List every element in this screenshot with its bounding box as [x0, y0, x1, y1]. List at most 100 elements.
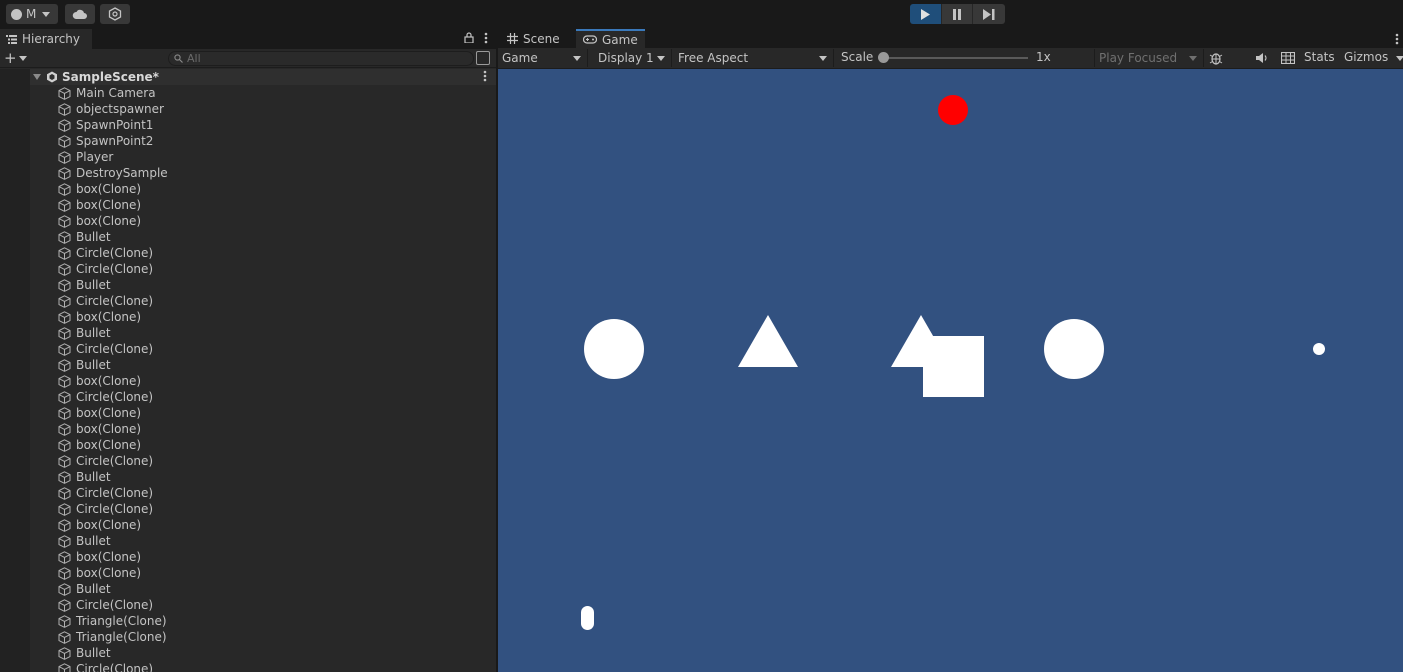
gameobject-cube-icon — [58, 150, 71, 164]
hierarchy-item[interactable]: Bullet — [58, 325, 168, 341]
hierarchy-item[interactable]: Bullet — [58, 581, 168, 597]
aspect-dropdown[interactable]: Free Aspect — [674, 49, 834, 67]
pause-button[interactable] — [941, 4, 974, 24]
hierarchy-item[interactable]: Circle(Clone) — [58, 261, 168, 277]
hierarchy-item[interactable]: Circle(Clone) — [58, 245, 168, 261]
hierarchy-item-label: box(Clone) — [76, 310, 142, 324]
scene-row[interactable]: SampleScene* — [30, 69, 496, 85]
hierarchy-item[interactable]: Circle(Clone) — [58, 661, 168, 672]
tab-label: Hierarchy — [22, 32, 81, 46]
chevron-down-icon — [18, 55, 27, 61]
gameobject-cube-icon — [58, 326, 71, 340]
hierarchy-item[interactable]: Bullet — [58, 645, 168, 661]
cloud-button[interactable] — [65, 4, 95, 24]
kebab-menu-icon[interactable] — [483, 70, 487, 82]
gizmos-button[interactable]: Gizmos — [1344, 50, 1388, 64]
scene-picking-icon[interactable] — [476, 51, 490, 65]
game-viewport[interactable] — [498, 69, 1403, 672]
audio-mute-icon[interactable] — [1255, 52, 1269, 64]
add-object-button[interactable]: + — [4, 49, 27, 67]
game-render — [581, 95, 1325, 630]
gameobject-cube-icon — [58, 390, 71, 404]
hierarchy-item[interactable]: Circle(Clone) — [58, 453, 168, 469]
hierarchy-item-label: box(Clone) — [76, 422, 142, 436]
hierarchy-item[interactable]: DestroySample — [58, 165, 168, 181]
hierarchy-item-label: Triangle(Clone) — [76, 614, 167, 628]
gameobject-cube-icon — [58, 646, 71, 660]
gameobject-cube-icon — [58, 422, 71, 436]
hierarchy-item[interactable]: Triangle(Clone) — [58, 629, 168, 645]
expand-arrow-icon[interactable] — [33, 74, 41, 80]
search-icon — [174, 54, 183, 63]
hierarchy-item[interactable]: Player — [58, 149, 168, 165]
hierarchy-item[interactable]: Circle(Clone) — [58, 389, 168, 405]
hierarchy-item[interactable]: box(Clone) — [58, 421, 168, 437]
hierarchy-item-label: box(Clone) — [76, 550, 142, 564]
hierarchy-item[interactable]: Bullet — [58, 277, 168, 293]
kebab-menu-icon[interactable] — [484, 32, 488, 44]
hierarchy-item[interactable]: box(Clone) — [58, 197, 168, 213]
play-button[interactable] — [910, 4, 942, 24]
hierarchy-item[interactable]: Circle(Clone) — [58, 485, 168, 501]
gameobject-cube-icon — [58, 166, 71, 180]
hierarchy-item[interactable]: Circle(Clone) — [58, 341, 168, 357]
gameobject-cube-icon — [58, 630, 71, 644]
hierarchy-item-label: box(Clone) — [76, 374, 142, 388]
hierarchy-item[interactable]: box(Clone) — [58, 437, 168, 453]
hierarchy-item[interactable]: box(Clone) — [58, 565, 168, 581]
plus-icon: + — [4, 49, 17, 67]
hierarchy-item[interactable]: Bullet — [58, 533, 168, 549]
gameobject-cube-icon — [58, 534, 71, 548]
hierarchy-item[interactable]: box(Clone) — [58, 373, 168, 389]
hierarchy-item[interactable]: box(Clone) — [58, 405, 168, 421]
hierarchy-item[interactable]: Bullet — [58, 357, 168, 373]
step-button[interactable] — [973, 4, 1005, 24]
player-red-circle — [938, 95, 968, 125]
collab-button[interactable] — [100, 4, 130, 24]
chevron-down-icon — [657, 56, 665, 61]
tab-label: Scene — [523, 31, 560, 46]
hierarchy-item-label: Bullet — [76, 326, 111, 340]
account-button[interactable]: M — [6, 4, 58, 24]
hierarchy-item[interactable]: box(Clone) — [58, 517, 168, 533]
display-dropdown[interactable]: Display 1 — [594, 49, 672, 67]
hierarchy-item[interactable]: Main Camera — [58, 85, 168, 101]
play-focus-dropdown[interactable]: Play Focused — [1094, 49, 1204, 67]
scale-slider-handle[interactable] — [878, 52, 889, 63]
hierarchy-item[interactable]: Circle(Clone) — [58, 501, 168, 517]
gameobject-cube-icon — [58, 614, 71, 628]
tree-gutter — [0, 69, 30, 672]
tab-hierarchy[interactable]: Hierarchy — [0, 29, 92, 49]
stats-button[interactable]: Stats — [1304, 50, 1335, 64]
search-input[interactable]: All — [168, 51, 474, 66]
hierarchy-item[interactable]: Circle(Clone) — [58, 597, 168, 613]
kebab-menu-icon[interactable] — [1395, 33, 1399, 45]
game-mode-dropdown[interactable]: Game — [498, 49, 588, 67]
chevron-down-icon[interactable] — [1396, 56, 1403, 61]
hierarchy-item[interactable]: SpawnPoint2 — [58, 133, 168, 149]
tab-game[interactable]: Game — [576, 29, 645, 48]
scale-slider-track[interactable] — [884, 57, 1028, 59]
hierarchy-item[interactable]: Triangle(Clone) — [58, 613, 168, 629]
hierarchy-item-label: objectspawner — [76, 102, 164, 116]
hierarchy-item[interactable]: Bullet — [58, 469, 168, 485]
hierarchy-item[interactable]: objectspawner — [58, 101, 168, 117]
hierarchy-item[interactable]: box(Clone) — [58, 213, 168, 229]
hierarchy-item[interactable]: Circle(Clone) — [58, 293, 168, 309]
tab-scene[interactable]: Scene — [500, 29, 567, 48]
account-label: M — [26, 7, 37, 21]
hierarchy-item[interactable]: box(Clone) — [58, 181, 168, 197]
gameobject-cube-icon — [58, 198, 71, 212]
gameobject-cube-icon — [58, 438, 71, 452]
chevron-down-icon — [819, 56, 827, 61]
chevron-down-icon — [42, 11, 51, 17]
debug-bug-icon[interactable] — [1209, 51, 1223, 65]
white-triangle-object — [738, 315, 798, 367]
aspect-grid-icon[interactable] — [1281, 52, 1295, 64]
hierarchy-item-label: box(Clone) — [76, 198, 142, 212]
hierarchy-item[interactable]: box(Clone) — [58, 549, 168, 565]
lock-icon[interactable] — [464, 32, 474, 43]
hierarchy-item[interactable]: Bullet — [58, 229, 168, 245]
hierarchy-item[interactable]: box(Clone) — [58, 309, 168, 325]
hierarchy-item[interactable]: SpawnPoint1 — [58, 117, 168, 133]
